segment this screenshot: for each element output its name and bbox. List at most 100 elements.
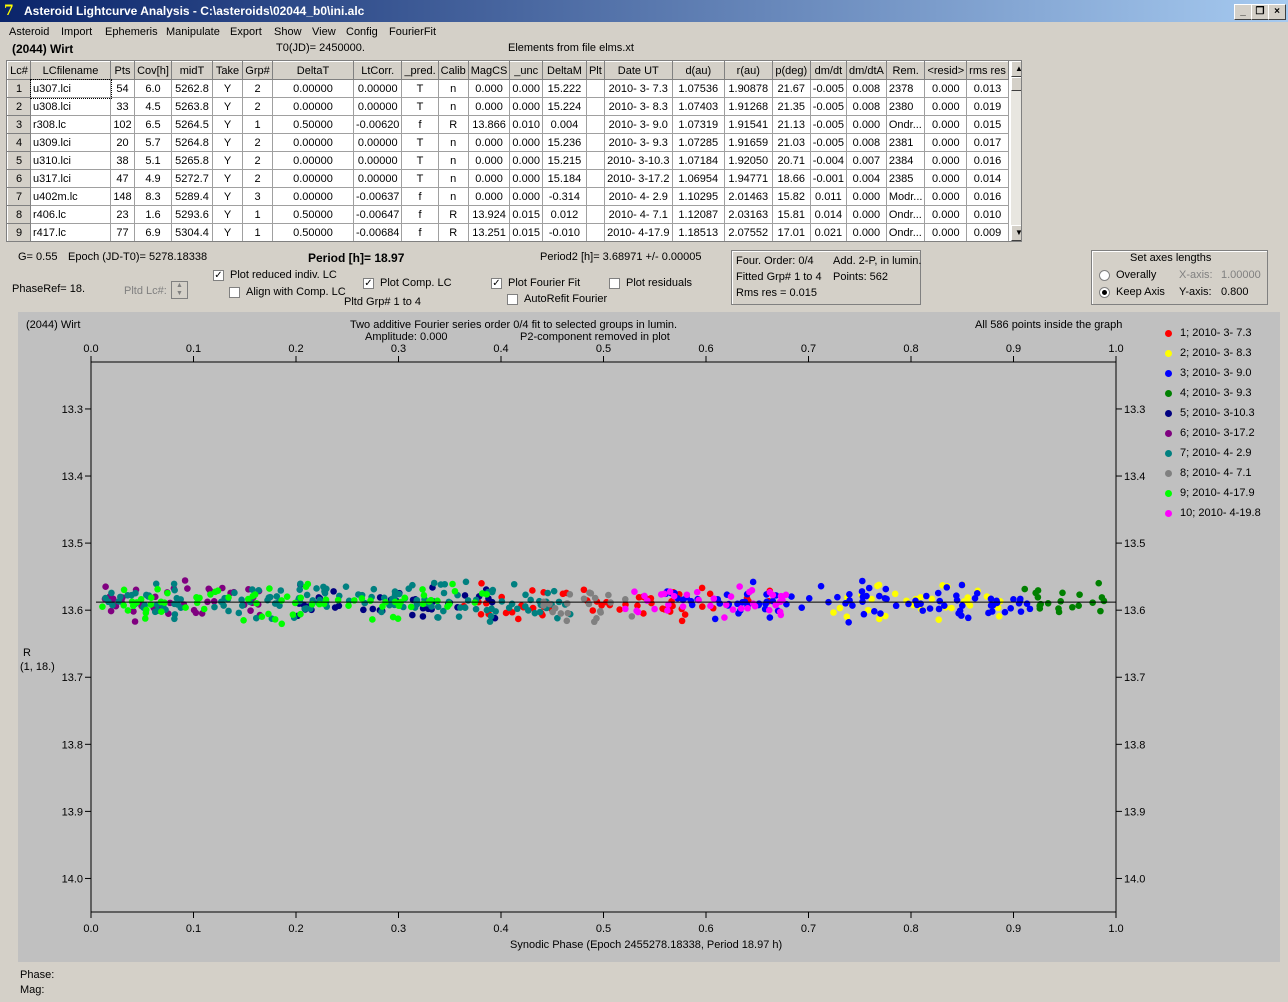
table-cell[interactable]: r406.lc [30,205,111,224]
table-cell[interactable]: 5262.8 [171,79,213,98]
table-cell[interactable] [585,115,605,134]
row-header-cell[interactable]: 3 [7,115,31,134]
close-button[interactable]: × [1268,4,1286,20]
column-header[interactable]: _pred. [401,61,439,80]
column-header[interactable]: Take [212,61,243,80]
table-cell[interactable]: -0.005 [809,79,847,98]
column-header[interactable]: Calib [437,61,469,80]
table-cell[interactable]: 1.91659 [723,133,773,152]
table-cell[interactable]: 1.06954 [671,169,725,188]
menu-view[interactable]: View [312,26,336,38]
table-cell[interactable]: 4.9 [134,169,172,188]
table-cell[interactable]: 15.81 [771,205,811,224]
table-cell[interactable]: f [401,187,439,206]
table-cell[interactable]: u310.lci [30,151,111,170]
table-cell[interactable]: 20.71 [771,151,811,170]
table-cell[interactable]: Y [212,223,243,241]
table-cell[interactable]: 0.000 [467,133,511,152]
table-cell[interactable]: u402m.lc [30,187,111,206]
table-cell[interactable] [585,169,605,188]
table-cell[interactable]: 15.215 [541,151,587,170]
table-cell[interactable]: u307.lci [29,78,112,99]
column-header[interactable]: Plt [585,61,605,80]
table-row[interactable]: 5 u310.lci 38 5.1 5265.8 Y 2 0.00000 0.00000 Tn 0.… [7,151,1009,170]
table-cell[interactable]: 0.50000 [272,223,354,241]
table-row[interactable]: 1 u307.lci 54 6.0 5262.8 Y 2 0.00000 0.00000 Tn 0.… [7,78,1009,99]
table-cell[interactable]: 0.011 [809,187,847,206]
table-cell[interactable]: 3 [242,187,273,206]
table-cell[interactable]: 0.000 [467,187,511,206]
table-cell[interactable]: -0.005 [809,115,847,134]
table-cell[interactable]: 0.019 [966,97,1009,116]
table-cell[interactable]: 6.0 [134,79,172,98]
table-cell[interactable]: 23 [110,205,135,224]
table-cell[interactable]: 0.015 [509,223,543,241]
table-cell[interactable]: 148 [110,187,135,206]
row-header-cell[interactable]: 7 [7,187,31,206]
table-cell[interactable]: 0.013 [966,79,1009,98]
table-cell[interactable]: Y [212,151,243,170]
table-cell[interactable]: 0.008 [845,79,887,98]
table-cell[interactable]: 0.50000 [272,115,354,134]
column-header[interactable]: midT [171,61,213,80]
table-cell[interactable]: 1.91268 [723,97,773,116]
table-cell[interactable]: 5263.8 [171,97,213,116]
menu-ephemeris[interactable]: Ephemeris [105,26,158,38]
table-cell[interactable]: 2.07552 [723,223,773,241]
table-cell[interactable]: -0.00620 [352,115,403,134]
table-cell[interactable]: Y [212,169,243,188]
table-cell[interactable]: R [437,223,469,241]
table-cell[interactable]: 0.016 [966,187,1009,206]
table-cell[interactable]: 1.18513 [671,223,725,241]
table-cell[interactable]: 1.91541 [723,115,773,134]
table-cell[interactable]: 2385 [885,169,926,188]
table-row[interactable]: 8 r406.lc 23 1.6 5293.6 Y 1 0.50000 -0.00647 f R 13… [7,205,1009,224]
table-cell[interactable]: 0.000 [509,97,543,116]
table-cell[interactable]: 0.00000 [272,169,354,188]
column-header[interactable]: Cov[h] [134,61,172,80]
table-cell[interactable]: 0.000 [924,169,968,188]
menu-asteroid[interactable]: Asteroid [9,26,49,38]
table-cell[interactable]: 21.13 [771,115,811,134]
plot-residuals-checkbox[interactable] [609,278,620,289]
row-header-cell[interactable]: 2 [7,97,31,116]
row-header-cell[interactable]: 4 [7,133,31,152]
table-cell[interactable]: n [437,133,469,152]
pltd-lc-spinner[interactable]: ▲ ▼ [171,281,188,299]
table-cell[interactable]: 0.000 [924,223,968,241]
menu-export[interactable]: Export [230,26,262,38]
table-cell[interactable]: 2010- 4- 7.1 [603,205,673,224]
table-cell[interactable]: 2010- 3-10.3 [603,151,673,170]
table-cell[interactable] [585,79,605,98]
table-cell[interactable]: n [437,151,469,170]
column-header[interactable]: LCfilename [30,61,111,80]
table-cell[interactable] [585,97,605,116]
table-cell[interactable]: f [401,205,439,224]
table-cell[interactable] [585,187,605,206]
table-cell[interactable]: Y [212,133,243,152]
table-cell[interactable]: 1.07319 [671,115,725,134]
column-header[interactable]: d(au) [671,61,725,80]
table-cell[interactable]: 2 [242,133,273,152]
table-cell[interactable]: Y [212,79,243,98]
table-cell[interactable]: Ondr... [885,205,926,224]
table-cell[interactable]: 0.014 [966,169,1009,188]
table-cell[interactable]: 1.6 [134,205,172,224]
column-header[interactable]: rms res [966,61,1009,80]
table-cell[interactable]: 77 [110,223,135,241]
table-cell[interactable]: 0.015 [966,115,1009,134]
table-cell[interactable]: 13.924 [467,205,511,224]
table-cell[interactable]: 2010- 3- 8.3 [603,97,673,116]
table-cell[interactable]: Y [212,97,243,116]
row-header-cell[interactable]: 5 [7,151,31,170]
table-cell[interactable]: 5289.4 [171,187,213,206]
menu-fourierfit[interactable]: FourierFit [389,26,436,38]
overally-radio[interactable] [1099,270,1110,281]
table-cell[interactable]: 5264.5 [171,115,213,134]
table-cell[interactable]: 2.01463 [723,187,773,206]
column-header[interactable]: <resid> [924,61,968,80]
table-cell[interactable]: 2380 [885,97,926,116]
table-cell[interactable]: 102 [110,115,135,134]
table-cell[interactable]: 0.008 [845,133,887,152]
table-cell[interactable]: 13.251 [467,223,511,241]
